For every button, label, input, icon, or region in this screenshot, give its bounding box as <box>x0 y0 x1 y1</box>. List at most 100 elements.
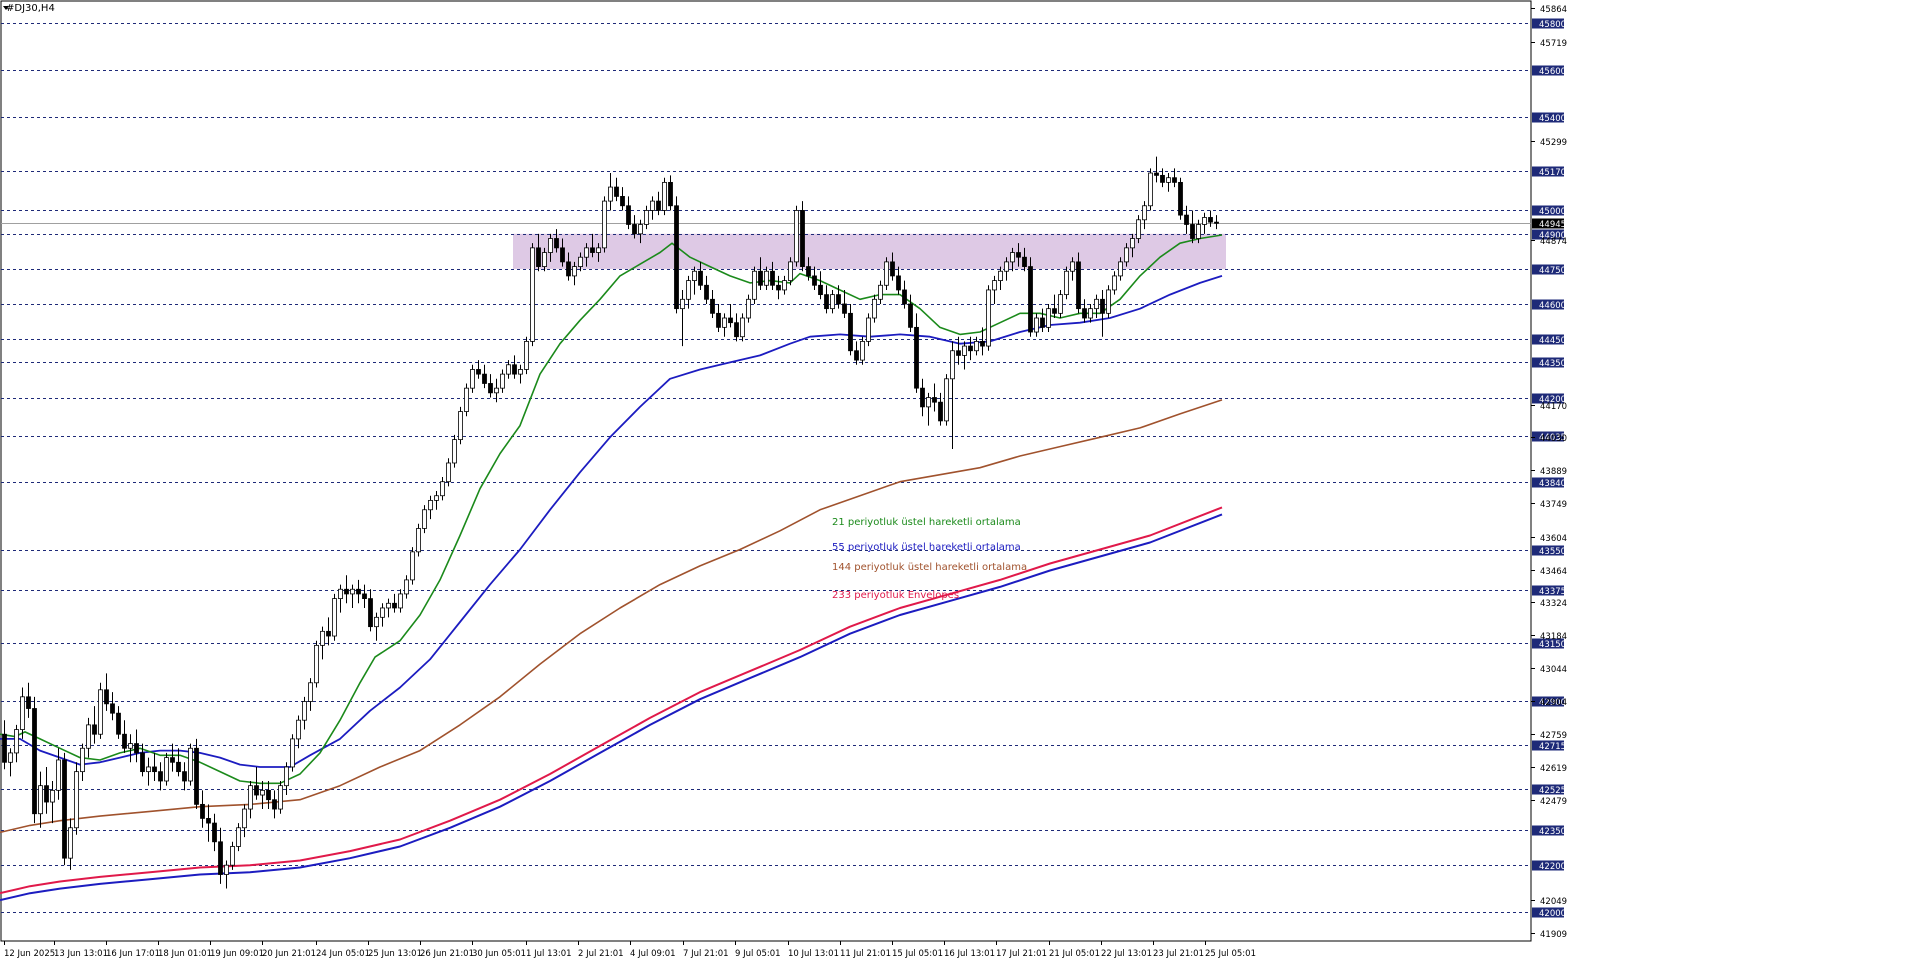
bull-candle-body <box>320 630 325 646</box>
bear-candle-body <box>620 196 625 207</box>
y-tick-label: 41909 <box>1540 930 1567 940</box>
candle <box>482 364 487 389</box>
y-tick-label: 45719 <box>1540 39 1567 49</box>
candle <box>134 729 139 763</box>
candle <box>470 364 475 393</box>
bull-candle-body <box>1010 252 1015 263</box>
candle <box>608 173 613 211</box>
candle <box>104 673 109 711</box>
bull-candle-body <box>404 579 409 595</box>
bull-candle-body <box>1166 177 1171 183</box>
bull-candle-body <box>830 294 835 310</box>
price-chart[interactable]: 4580045600454004517045000449004475044600… <box>0 0 1916 963</box>
bear-candle-body <box>1184 214 1189 225</box>
bear-candle-body <box>92 724 97 735</box>
candle <box>14 724 19 763</box>
candle <box>794 205 799 267</box>
bear-candle-body <box>344 588 349 595</box>
candle <box>146 757 151 786</box>
bull-candle-body <box>950 350 955 380</box>
candle <box>98 682 103 739</box>
candle <box>386 598 391 618</box>
bull-candle-body <box>998 270 1003 281</box>
bear-candle-body <box>698 270 703 286</box>
bear-candle-body <box>1082 308 1087 319</box>
bear-candle-body <box>914 326 919 389</box>
bear-candle-body <box>200 803 205 819</box>
candle <box>1040 308 1045 333</box>
y-tick-label: 42619 <box>1540 764 1567 774</box>
candle <box>968 336 973 361</box>
bear-candle-body <box>356 588 361 595</box>
candle <box>998 266 1003 290</box>
candle <box>236 823 241 852</box>
bear-candle-body <box>1154 172 1159 176</box>
bull-candle-body <box>1124 247 1129 263</box>
candle <box>20 687 25 739</box>
level-label: 42525 <box>1539 786 1566 796</box>
bull-candle-body <box>1058 294 1063 314</box>
candle <box>290 734 295 772</box>
candle <box>956 336 961 365</box>
bull-candle-body <box>242 808 247 829</box>
candle <box>626 196 631 230</box>
bear-candle-body <box>656 200 661 211</box>
bull-candle-body <box>638 224 643 235</box>
bull-candle-body <box>872 298 877 319</box>
candle <box>410 547 415 585</box>
candle <box>1184 205 1189 234</box>
bull-candle-body <box>866 317 871 342</box>
level-label: 44350 <box>1539 359 1566 369</box>
bull-candle-body <box>68 827 73 859</box>
candle <box>518 364 523 384</box>
candle <box>224 860 229 889</box>
bear-candle-body <box>1214 221 1219 224</box>
bull-candle-body <box>410 551 415 581</box>
level-label: 45000 <box>1539 207 1566 217</box>
bear-candle-body <box>32 708 37 815</box>
candle <box>74 762 79 835</box>
bear-candle-body <box>668 181 673 207</box>
bear-candle-body <box>1040 317 1045 328</box>
bull-candle-body <box>788 261 793 281</box>
candle <box>2 720 7 770</box>
candle <box>746 294 751 323</box>
y-tick-label: 43044 <box>1540 665 1567 675</box>
candle <box>242 804 247 838</box>
bull-candle-body <box>578 256 583 267</box>
candle <box>1094 294 1099 319</box>
candle <box>50 780 55 824</box>
level-label: 43375 <box>1539 587 1566 597</box>
candle <box>272 790 277 819</box>
bull-candle-body <box>548 238 553 253</box>
level-label: 44600 <box>1539 301 1566 311</box>
bull-candle-body <box>20 696 25 730</box>
bear-candle-body <box>908 303 913 328</box>
candle <box>440 477 445 501</box>
candle <box>782 275 787 295</box>
candle <box>1076 252 1081 314</box>
bear-candle-body <box>212 822 217 843</box>
bull-candle-body <box>452 439 457 464</box>
bear-candle-body <box>152 766 157 773</box>
bear-candle-body <box>704 284 709 300</box>
candle <box>326 617 331 646</box>
candle <box>212 813 217 852</box>
bear-candle-body <box>734 322 739 338</box>
candle <box>848 303 853 356</box>
candle <box>428 495 433 520</box>
candle <box>884 257 889 290</box>
candle <box>824 285 829 314</box>
bull-candle-body <box>1064 270 1069 296</box>
candle <box>962 341 967 370</box>
level-label: 43840 <box>1539 479 1566 489</box>
candle <box>926 392 931 426</box>
bear-candle-body <box>812 275 817 286</box>
candle <box>122 720 127 753</box>
bull-candle-body <box>290 738 295 768</box>
candle <box>866 313 871 347</box>
ema55-line <box>0 275 1223 768</box>
candle <box>674 196 679 314</box>
bull-candle-body <box>740 317 745 338</box>
candle <box>938 392 943 426</box>
